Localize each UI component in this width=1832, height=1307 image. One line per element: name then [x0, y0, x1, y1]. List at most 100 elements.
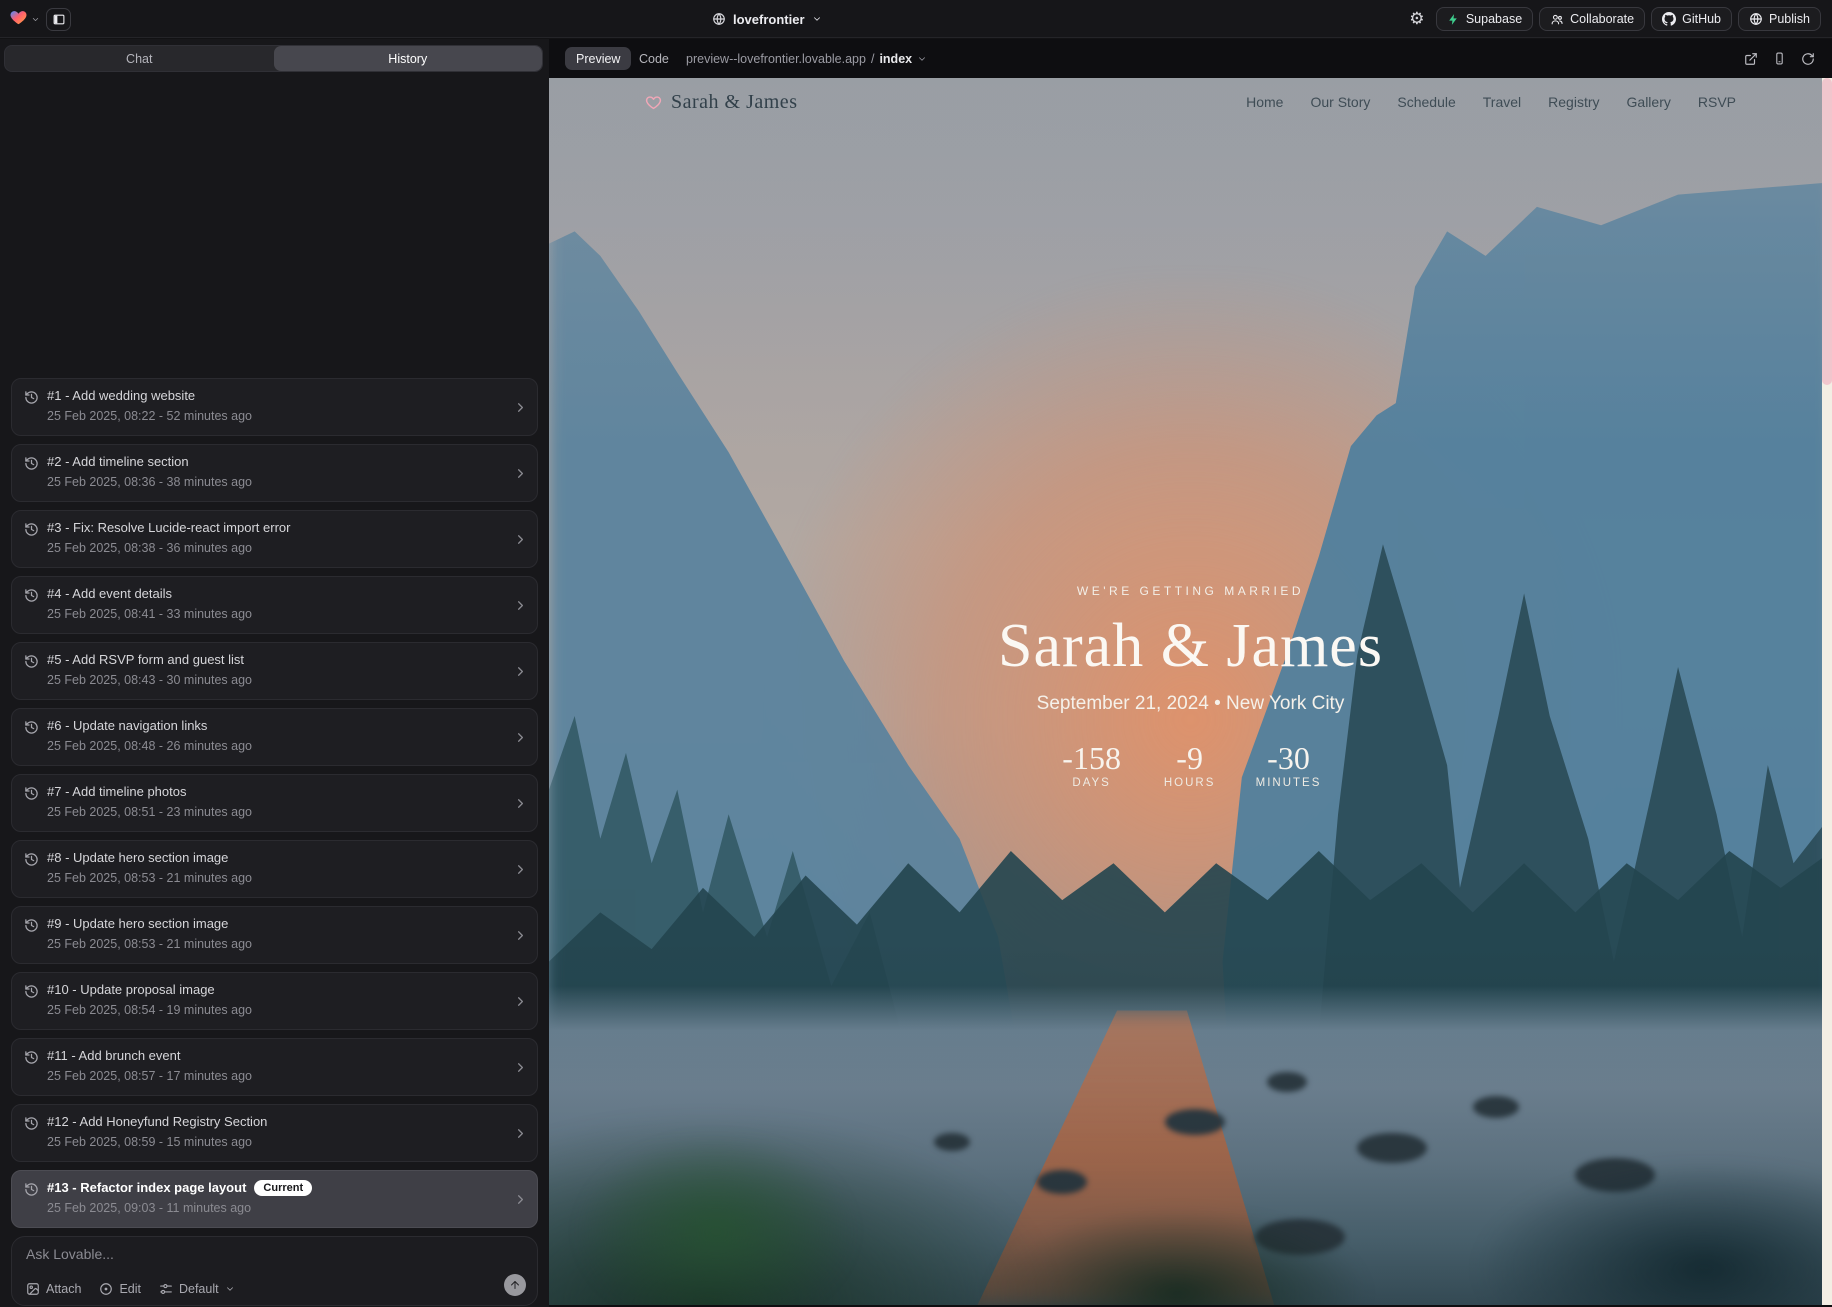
- current-badge: Current: [254, 1180, 312, 1196]
- nav-gallery[interactable]: Gallery: [1627, 94, 1671, 110]
- preview-url: preview--lovefrontier.lovable.app: [686, 52, 866, 66]
- history-item[interactable]: #3 - Fix: Resolve Lucide-react import er…: [11, 510, 538, 568]
- github-icon: [1662, 12, 1676, 26]
- countdown: -158 DAYS -9 HOURS -30 MINUTES: [549, 741, 1832, 789]
- history-item[interactable]: #2 - Add timeline section 25 Feb 2025, 0…: [11, 444, 538, 502]
- url-separator: /: [871, 52, 874, 66]
- history-item-title: #10 - Update proposal image: [47, 982, 215, 997]
- history-item-title: #11 - Add brunch event: [47, 1048, 180, 1063]
- history-item[interactable]: #9 - Update hero section image 25 Feb 20…: [11, 906, 538, 964]
- prompt-input[interactable]: [26, 1246, 446, 1262]
- refresh-icon[interactable]: [1801, 52, 1815, 66]
- history-clock-icon: [24, 390, 39, 405]
- site-scrollbar-thumb[interactable]: [1822, 78, 1832, 385]
- topbar-actions: ⚙ Supabase Collaborate GitHub: [1404, 7, 1821, 31]
- history-item-title: #2 - Add timeline section: [47, 454, 189, 469]
- collaborate-button[interactable]: Collaborate: [1539, 7, 1645, 31]
- send-button[interactable]: [504, 1274, 526, 1296]
- preview-url-breadcrumb[interactable]: preview--lovefrontier.lovable.app / inde…: [686, 52, 927, 66]
- chevron-down-icon[interactable]: [31, 15, 40, 24]
- history-item[interactable]: #6 - Update navigation links 25 Feb 2025…: [11, 708, 538, 766]
- history-clock-icon: [24, 588, 39, 603]
- chevron-right-icon: [513, 664, 528, 679]
- chevron-right-icon: [513, 532, 528, 547]
- chevron-down-icon: [917, 54, 927, 64]
- history-clock-icon: [24, 1182, 39, 1197]
- lovable-heart-logo-icon[interactable]: [9, 8, 28, 25]
- history-item-title-text: #13 - Refactor index page layout: [47, 1180, 246, 1195]
- chevron-right-icon: [513, 796, 528, 811]
- chevron-right-icon: [513, 598, 528, 613]
- publish-globe-icon: [1749, 12, 1763, 26]
- history-item[interactable]: #5 - Add RSVP form and guest list 25 Feb…: [11, 642, 538, 700]
- arrow-up-icon: [509, 1279, 521, 1291]
- history-item[interactable]: #7 - Add timeline photos 25 Feb 2025, 08…: [11, 774, 538, 832]
- nav-rsvp[interactable]: RSVP: [1698, 94, 1736, 110]
- history-item[interactable]: #8 - Update hero section image 25 Feb 20…: [11, 840, 538, 898]
- nav-home[interactable]: Home: [1246, 94, 1283, 110]
- history-item-meta: 25 Feb 2025, 08:41 - 33 minutes ago: [47, 607, 252, 621]
- history-clock-icon: [24, 654, 39, 669]
- site-header: Sarah & James Home Our Story Schedule Tr…: [549, 78, 1832, 126]
- history-item-meta: 25 Feb 2025, 08:36 - 38 minutes ago: [47, 475, 252, 489]
- top-bar: lovefrontier ⚙ Supabase Collaborate: [0, 0, 1832, 38]
- history-item-meta: 25 Feb 2025, 08:53 - 21 minutes ago: [47, 937, 252, 951]
- history-clock-icon: [24, 456, 39, 471]
- supabase-button[interactable]: Supabase: [1436, 7, 1533, 31]
- chat-history-sidebar: Chat History #1 - Add wedding website 25…: [0, 39, 549, 1307]
- history-item-title: #5 - Add RSVP form and guest list: [47, 652, 244, 667]
- countdown-hours-label: HOURS: [1158, 777, 1222, 789]
- chevron-right-icon: [513, 1126, 528, 1141]
- history-clock-icon: [24, 522, 39, 537]
- history-item[interactable]: #10 - Update proposal image 25 Feb 2025,…: [11, 972, 538, 1030]
- tab-chat[interactable]: Chat: [5, 46, 274, 71]
- chevron-right-icon: [513, 1060, 528, 1075]
- history-clock-icon: [24, 1050, 39, 1065]
- nav-schedule[interactable]: Schedule: [1397, 94, 1455, 110]
- history-item-meta: 25 Feb 2025, 08:43 - 30 minutes ago: [47, 673, 252, 687]
- edit-button[interactable]: Edit: [99, 1282, 141, 1296]
- preview-panel: Preview Code preview--lovefrontier.lovab…: [549, 39, 1832, 1307]
- history-item[interactable]: #12 - Add Honeyfund Registry Section 25 …: [11, 1104, 538, 1162]
- panel-left-icon: [52, 13, 66, 26]
- history-item-title: #3 - Fix: Resolve Lucide-react import er…: [47, 520, 290, 535]
- attach-label: Attach: [46, 1282, 81, 1296]
- hero-section: WE'RE GETTING MARRIED Sarah & James Sept…: [549, 584, 1832, 789]
- chevron-right-icon: [513, 730, 528, 745]
- nav-travel[interactable]: Travel: [1483, 94, 1521, 110]
- project-switcher[interactable]: lovefrontier: [712, 0, 822, 38]
- chevron-right-icon: [513, 1192, 528, 1207]
- site-logo[interactable]: Sarah & James: [645, 91, 797, 114]
- tab-preview[interactable]: Preview: [565, 47, 631, 70]
- attach-image-icon: [26, 1282, 40, 1296]
- countdown-minutes: -30 MINUTES: [1256, 741, 1322, 789]
- github-button[interactable]: GitHub: [1651, 7, 1732, 31]
- history-item[interactable]: #11 - Add brunch event 25 Feb 2025, 08:5…: [11, 1038, 538, 1096]
- composer-toolbar: Attach Edit Default: [26, 1282, 235, 1296]
- nav-registry[interactable]: Registry: [1548, 94, 1599, 110]
- sidebar-toggle-button[interactable]: [46, 8, 71, 31]
- history-item-meta: 25 Feb 2025, 08:48 - 26 minutes ago: [47, 739, 252, 753]
- history-item-meta: 25 Feb 2025, 08:54 - 19 minutes ago: [47, 1003, 252, 1017]
- history-item-title: #9 - Update hero section image: [47, 916, 228, 931]
- history-item-current[interactable]: #13 - Refactor index page layoutCurrent …: [11, 1170, 538, 1228]
- hero-date-location: September 21, 2024 • New York City: [549, 693, 1832, 715]
- mobile-view-icon[interactable]: [1773, 51, 1786, 66]
- project-name: lovefrontier: [733, 12, 805, 27]
- countdown-days-label: DAYS: [1060, 777, 1124, 789]
- attach-button[interactable]: Attach: [26, 1282, 81, 1296]
- publish-button[interactable]: Publish: [1738, 7, 1821, 31]
- tab-code[interactable]: Code: [639, 52, 669, 66]
- mode-select[interactable]: Default: [159, 1282, 235, 1296]
- tab-history[interactable]: History: [274, 46, 543, 71]
- chevron-right-icon: [513, 400, 528, 415]
- nav-our-story[interactable]: Our Story: [1310, 94, 1370, 110]
- countdown-hours: -9 HOURS: [1158, 741, 1222, 789]
- preview-toolbar: Preview Code preview--lovefrontier.lovab…: [549, 39, 1832, 78]
- countdown-minutes-value: -30: [1256, 741, 1322, 775]
- settings-gear-button[interactable]: ⚙: [1404, 7, 1430, 31]
- history-item[interactable]: #1 - Add wedding website 25 Feb 2025, 08…: [11, 378, 538, 436]
- open-external-icon[interactable]: [1744, 52, 1758, 66]
- chevron-right-icon: [513, 862, 528, 877]
- history-item[interactable]: #4 - Add event details 25 Feb 2025, 08:4…: [11, 576, 538, 634]
